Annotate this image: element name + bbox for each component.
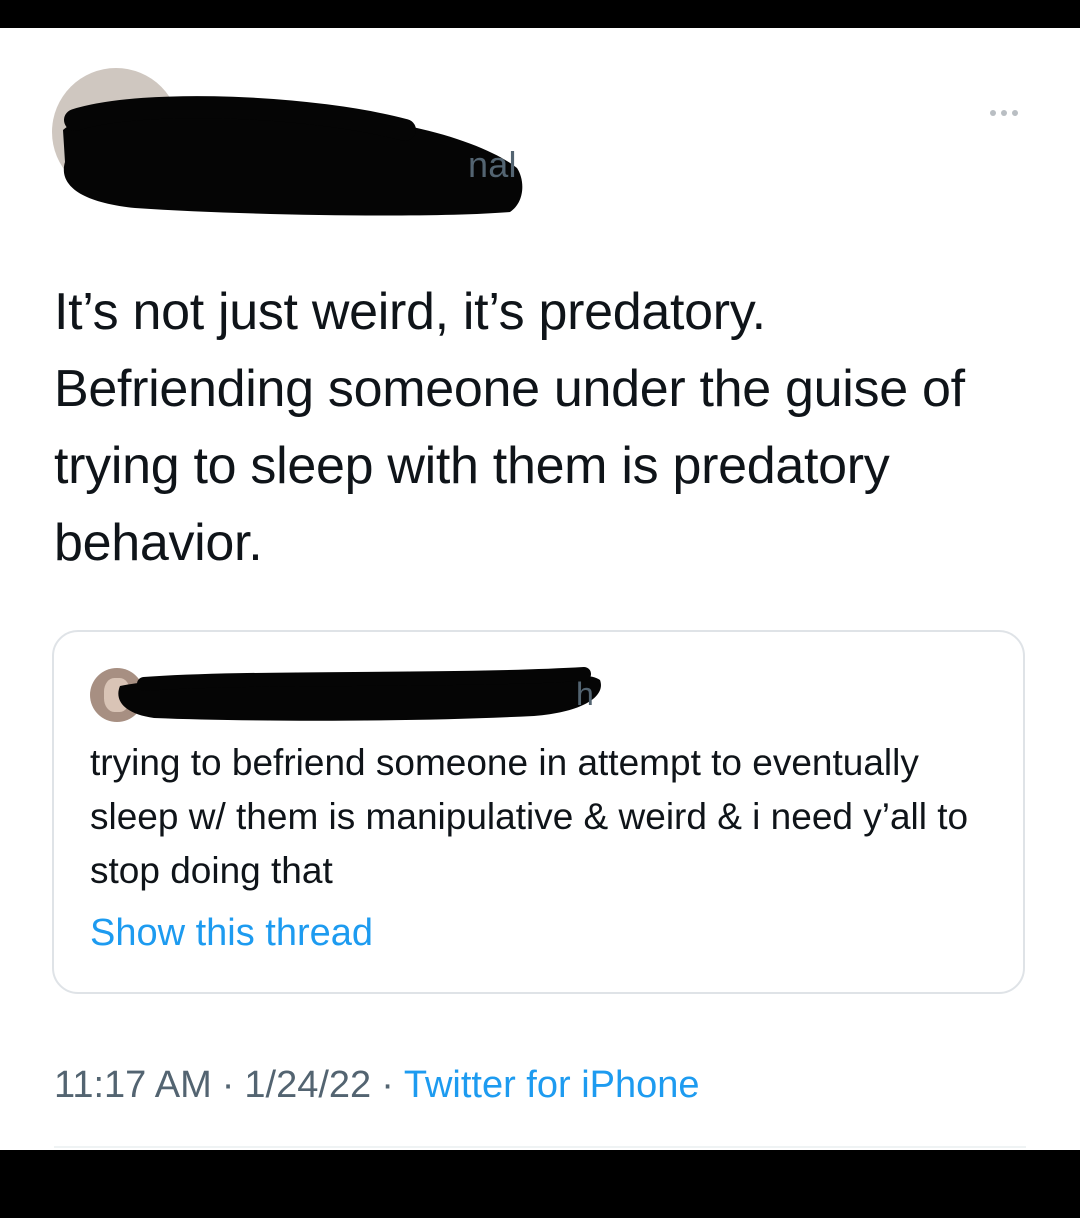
redaction-scribble-quoted <box>118 667 601 721</box>
tweet-date[interactable]: 1/24/22 <box>244 1064 371 1106</box>
tweet-text: It’s not just weird, it’s predatory. Bef… <box>54 283 965 572</box>
show-thread-link[interactable]: Show this thread <box>90 912 373 955</box>
tweet-card: nal It’s not just weird, it’s predatory.… <box>0 28 1080 1150</box>
meta-separator: · <box>381 1064 394 1106</box>
tweet-source-link[interactable]: Twitter for iPhone <box>404 1064 700 1106</box>
tweet-time[interactable]: 11:17 AM <box>54 1064 212 1106</box>
more-options-icon[interactable] <box>982 102 1026 124</box>
quoted-author-name: h <box>576 676 594 712</box>
bottom-black-bar <box>0 1150 1080 1218</box>
meta-separator: · <box>221 1064 235 1106</box>
top-black-bar <box>0 0 1080 28</box>
tweet-metadata: 11:17 AM · 1/24/22 · Twitter for iPhone <box>54 1064 700 1107</box>
quoted-tweet[interactable]: h trying to befriend someone in attempt … <box>52 630 1025 994</box>
redaction-scribble <box>63 96 523 216</box>
divider <box>54 1146 1026 1148</box>
quoted-tweet-text: trying to befriend someone in attempt to… <box>90 742 969 891</box>
author-handle[interactable]: nal <box>468 144 517 186</box>
